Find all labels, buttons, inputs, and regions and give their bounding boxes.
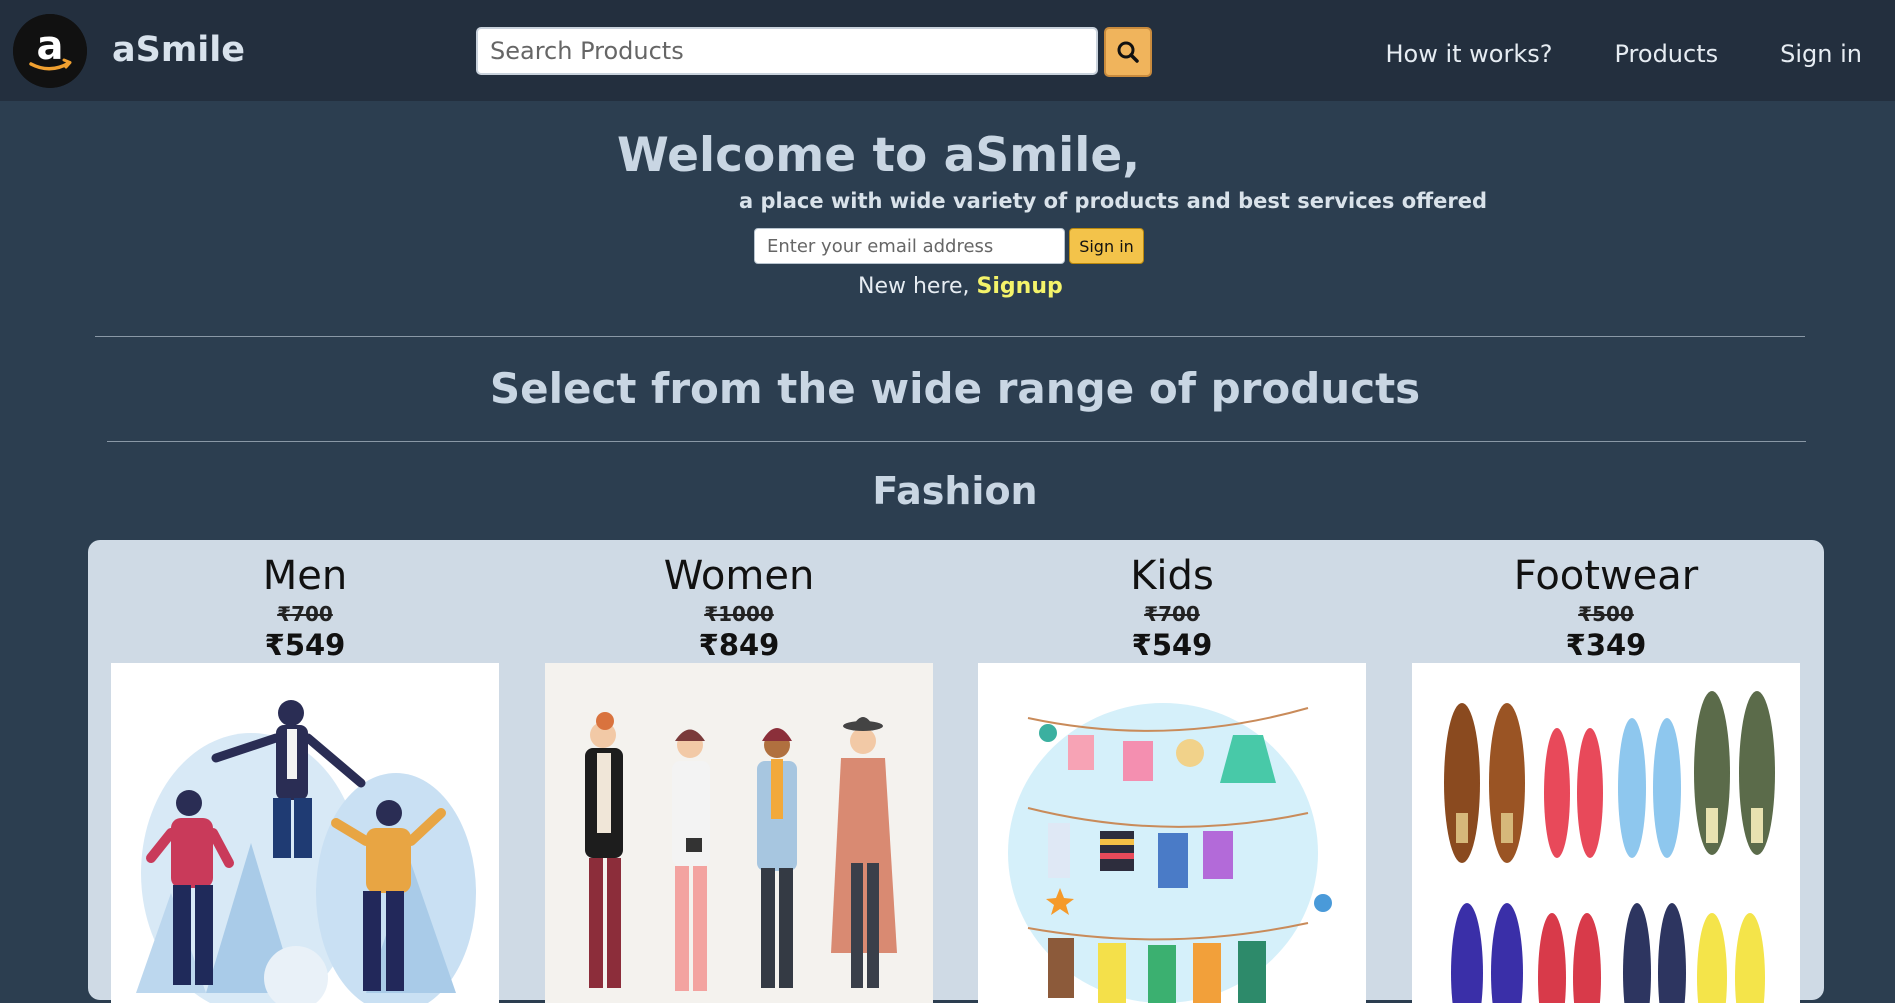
product-card-kids[interactable]: Kids ₹700 ₹549 — [978, 540, 1366, 1003]
product-old-price: ₹700 — [277, 602, 333, 626]
section-title: Select from the wide range of products — [489, 364, 1421, 413]
search-button[interactable] — [1104, 27, 1152, 77]
product-name: Men — [262, 553, 348, 599]
product-price: ₹549 — [264, 628, 346, 662]
nav-links: How it works? Products Sign in — [1385, 36, 1862, 72]
welcome-subtitle: a place with wide variety of products an… — [739, 189, 1488, 213]
product-card-men[interactable]: Men ₹700 ₹549 — [111, 540, 499, 1003]
product-card-women[interactable]: Women ₹1000 ₹849 — [545, 540, 933, 1003]
product-price: ₹349 — [1565, 628, 1647, 662]
new-here-text: New here, Signup — [858, 272, 1063, 302]
nav-products[interactable]: Products — [1615, 36, 1719, 72]
women-illustration[interactable] — [545, 663, 933, 1003]
search-icon — [1117, 41, 1139, 63]
kids-clothesline-illustration[interactable] — [978, 663, 1366, 1003]
signup-link[interactable]: Signup — [977, 274, 1063, 299]
category-title: Fashion — [872, 469, 1038, 513]
search-input[interactable] — [476, 27, 1098, 75]
svg-text:a: a — [37, 23, 64, 69]
product-price: ₹549 — [1131, 628, 1213, 662]
product-price: ₹849 — [698, 628, 780, 662]
divider — [107, 441, 1806, 442]
product-name: Footwear — [1513, 553, 1699, 599]
product-old-price: ₹500 — [1578, 602, 1634, 626]
amazon-logo-icon[interactable]: a — [13, 14, 87, 88]
product-old-price: ₹1000 — [704, 602, 774, 626]
nav-sign-in[interactable]: Sign in — [1780, 36, 1862, 72]
email-sign-in-button[interactable]: Sign in — [1069, 228, 1144, 264]
product-name: Kids — [1130, 553, 1214, 599]
email-field[interactable] — [754, 228, 1065, 264]
men-illustration[interactable] — [111, 663, 499, 1003]
divider — [95, 336, 1805, 337]
product-name: Women — [663, 553, 815, 599]
navbar: a aSmile How it works? Products Sign in — [0, 0, 1895, 101]
shoes-illustration[interactable] — [1412, 663, 1800, 1003]
welcome-title: Welcome to aSmile, — [617, 128, 1141, 183]
brand-name[interactable]: aSmile — [112, 28, 245, 72]
product-card-footwear[interactable]: Footwear ₹500 ₹349 — [1412, 540, 1800, 1003]
product-old-price: ₹700 — [1144, 602, 1200, 626]
new-here-label: New here, — [858, 274, 977, 299]
nav-how-it-works[interactable]: How it works? — [1385, 36, 1552, 72]
products-panel: Men ₹700 ₹549 Women ₹1000 ₹849 Kids ₹700… — [88, 540, 1824, 1003]
